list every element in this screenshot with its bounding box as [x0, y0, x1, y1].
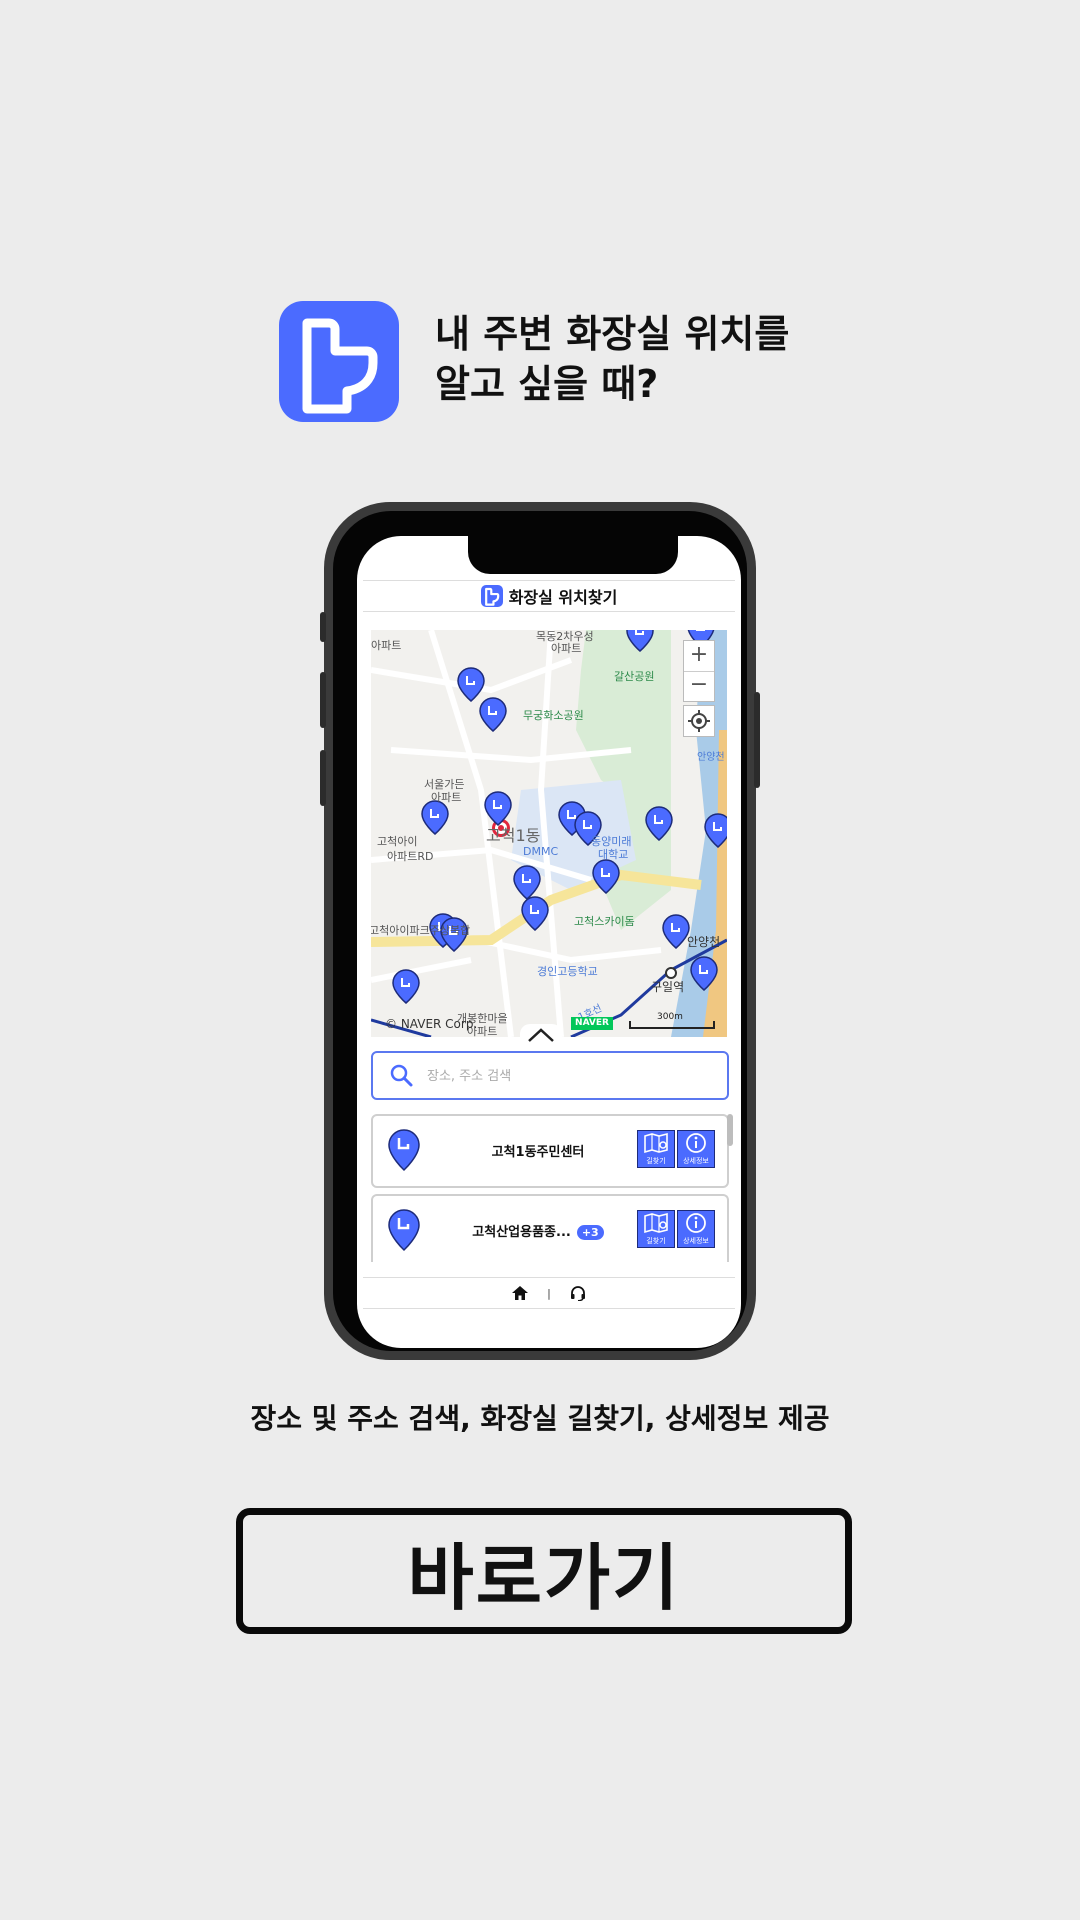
search-icon [390, 1064, 413, 1087]
toilet-icon [480, 585, 503, 607]
zoom-control: + − [683, 640, 715, 702]
map-label: 안양천 [697, 752, 725, 763]
phone-screen: 화장실 위치찾기 아파트 목동2차우성 아파트 갈산공원 무궁화소공원 서울가든… [357, 536, 741, 1348]
app-header: 화장실 위치찾기 [363, 580, 735, 612]
directions-button[interactable]: 길찾기 [637, 1210, 675, 1248]
map-scale-bar [629, 1021, 715, 1029]
phone-side-button [754, 692, 760, 788]
phone-bezel: 화장실 위치찾기 아파트 목동2차우성 아파트 갈산공원 무궁화소공원 서울가든… [333, 511, 747, 1351]
phone-side-button [320, 672, 326, 728]
map-label: 구일역 [651, 980, 685, 994]
map-route-icon [644, 1212, 668, 1234]
phone-side-button [320, 750, 326, 806]
hero-title-line-2: 알고 싶을 때? [435, 362, 659, 406]
toilet-marker-icon [388, 1209, 420, 1252]
map-view[interactable]: 아파트 목동2차우성 아파트 갈산공원 무궁화소공원 서울가든 아파트 고척1동… [371, 630, 727, 1037]
search-box[interactable] [371, 1051, 729, 1100]
results-scrollbar[interactable] [727, 1114, 733, 1146]
map-label: 갈산공원 [614, 670, 655, 683]
result-name: 고척산업용품종... +3 [433, 1221, 643, 1240]
map-label: 무궁화소공원 [523, 709, 584, 722]
chevron-up-icon [528, 1028, 554, 1042]
home-icon[interactable] [511, 1285, 529, 1301]
directions-label: 길찾기 [646, 1237, 666, 1245]
toilet-app-icon [279, 301, 399, 422]
bottom-nav: | [363, 1277, 735, 1309]
map-label: 아파트 [431, 791, 462, 804]
result-card[interactable]: 고척1동주민센터 길찾기 상세정보 [371, 1114, 729, 1188]
naver-logo: NAVER [571, 1017, 613, 1030]
map-label: 고척아이파크주상복합 [371, 924, 471, 937]
result-name-text: 고척1동주민센터 [491, 1145, 585, 1160]
zoom-in-button[interactable]: + [684, 641, 714, 672]
details-label: 상세정보 [683, 1157, 709, 1165]
details-button[interactable]: 상세정보 [677, 1130, 715, 1168]
map-label: 경인고등학교 [537, 965, 598, 978]
details-button[interactable]: 상세정보 [677, 1210, 715, 1248]
map-label: 아파트 [551, 642, 582, 655]
phone-notch [468, 536, 678, 574]
phone-mockup: 화장실 위치찾기 아파트 목동2차우성 아파트 갈산공원 무궁화소공원 서울가든… [320, 502, 760, 1360]
map-label: DMMC [523, 845, 559, 858]
map-copyright: © NAVER Corp. [385, 1017, 478, 1031]
map-label: 대학교 [598, 848, 629, 861]
zoom-out-button[interactable]: − [684, 671, 714, 701]
app-title: 화장실 위치찾기 [508, 588, 618, 607]
feature-tagline: 장소 및 주소 검색, 화장실 길찾기, 상세정보 제공 [250, 1402, 830, 1435]
directions-button[interactable]: 길찾기 [637, 1130, 675, 1168]
search-input[interactable] [425, 1063, 719, 1089]
hero-title-line-1: 내 주변 화장실 위치를 [435, 312, 790, 356]
headset-icon[interactable] [569, 1285, 587, 1301]
map-label: 고척아이 [377, 835, 418, 848]
phone-side-button [320, 612, 326, 642]
hero-title: 내 주변 화장실 위치를 알고 싶을 때? [435, 309, 855, 409]
toilet-marker-icon [388, 1129, 420, 1172]
info-icon [686, 1133, 706, 1153]
go-button[interactable]: 바로가기 [236, 1508, 852, 1634]
hero-section: 내 주변 화장실 위치를 알고 싶을 때? [279, 301, 839, 423]
drawer-toggle[interactable] [520, 1024, 562, 1046]
nav-separator: | [547, 1286, 551, 1300]
map-label: 고척1동 [486, 826, 541, 845]
result-count-badge: +3 [576, 1225, 604, 1240]
result-name: 고척1동주민센터 [433, 1141, 643, 1160]
map-label: 고척스카이돔 [574, 915, 635, 928]
info-icon [686, 1213, 706, 1233]
result-name-text: 고척산업용품종... [472, 1225, 571, 1240]
map-label: 아파트RD [387, 850, 434, 863]
my-location-button[interactable] [683, 705, 715, 737]
map-route-icon [644, 1132, 668, 1154]
map-label: 아파트 [371, 639, 402, 652]
directions-label: 길찾기 [646, 1157, 666, 1165]
result-card[interactable]: 고척산업용품종... +3 길찾기 상세정보 [371, 1194, 729, 1262]
details-label: 상세정보 [683, 1237, 709, 1245]
map-label: 안양천 [687, 935, 721, 949]
crosshair-icon [688, 710, 710, 732]
